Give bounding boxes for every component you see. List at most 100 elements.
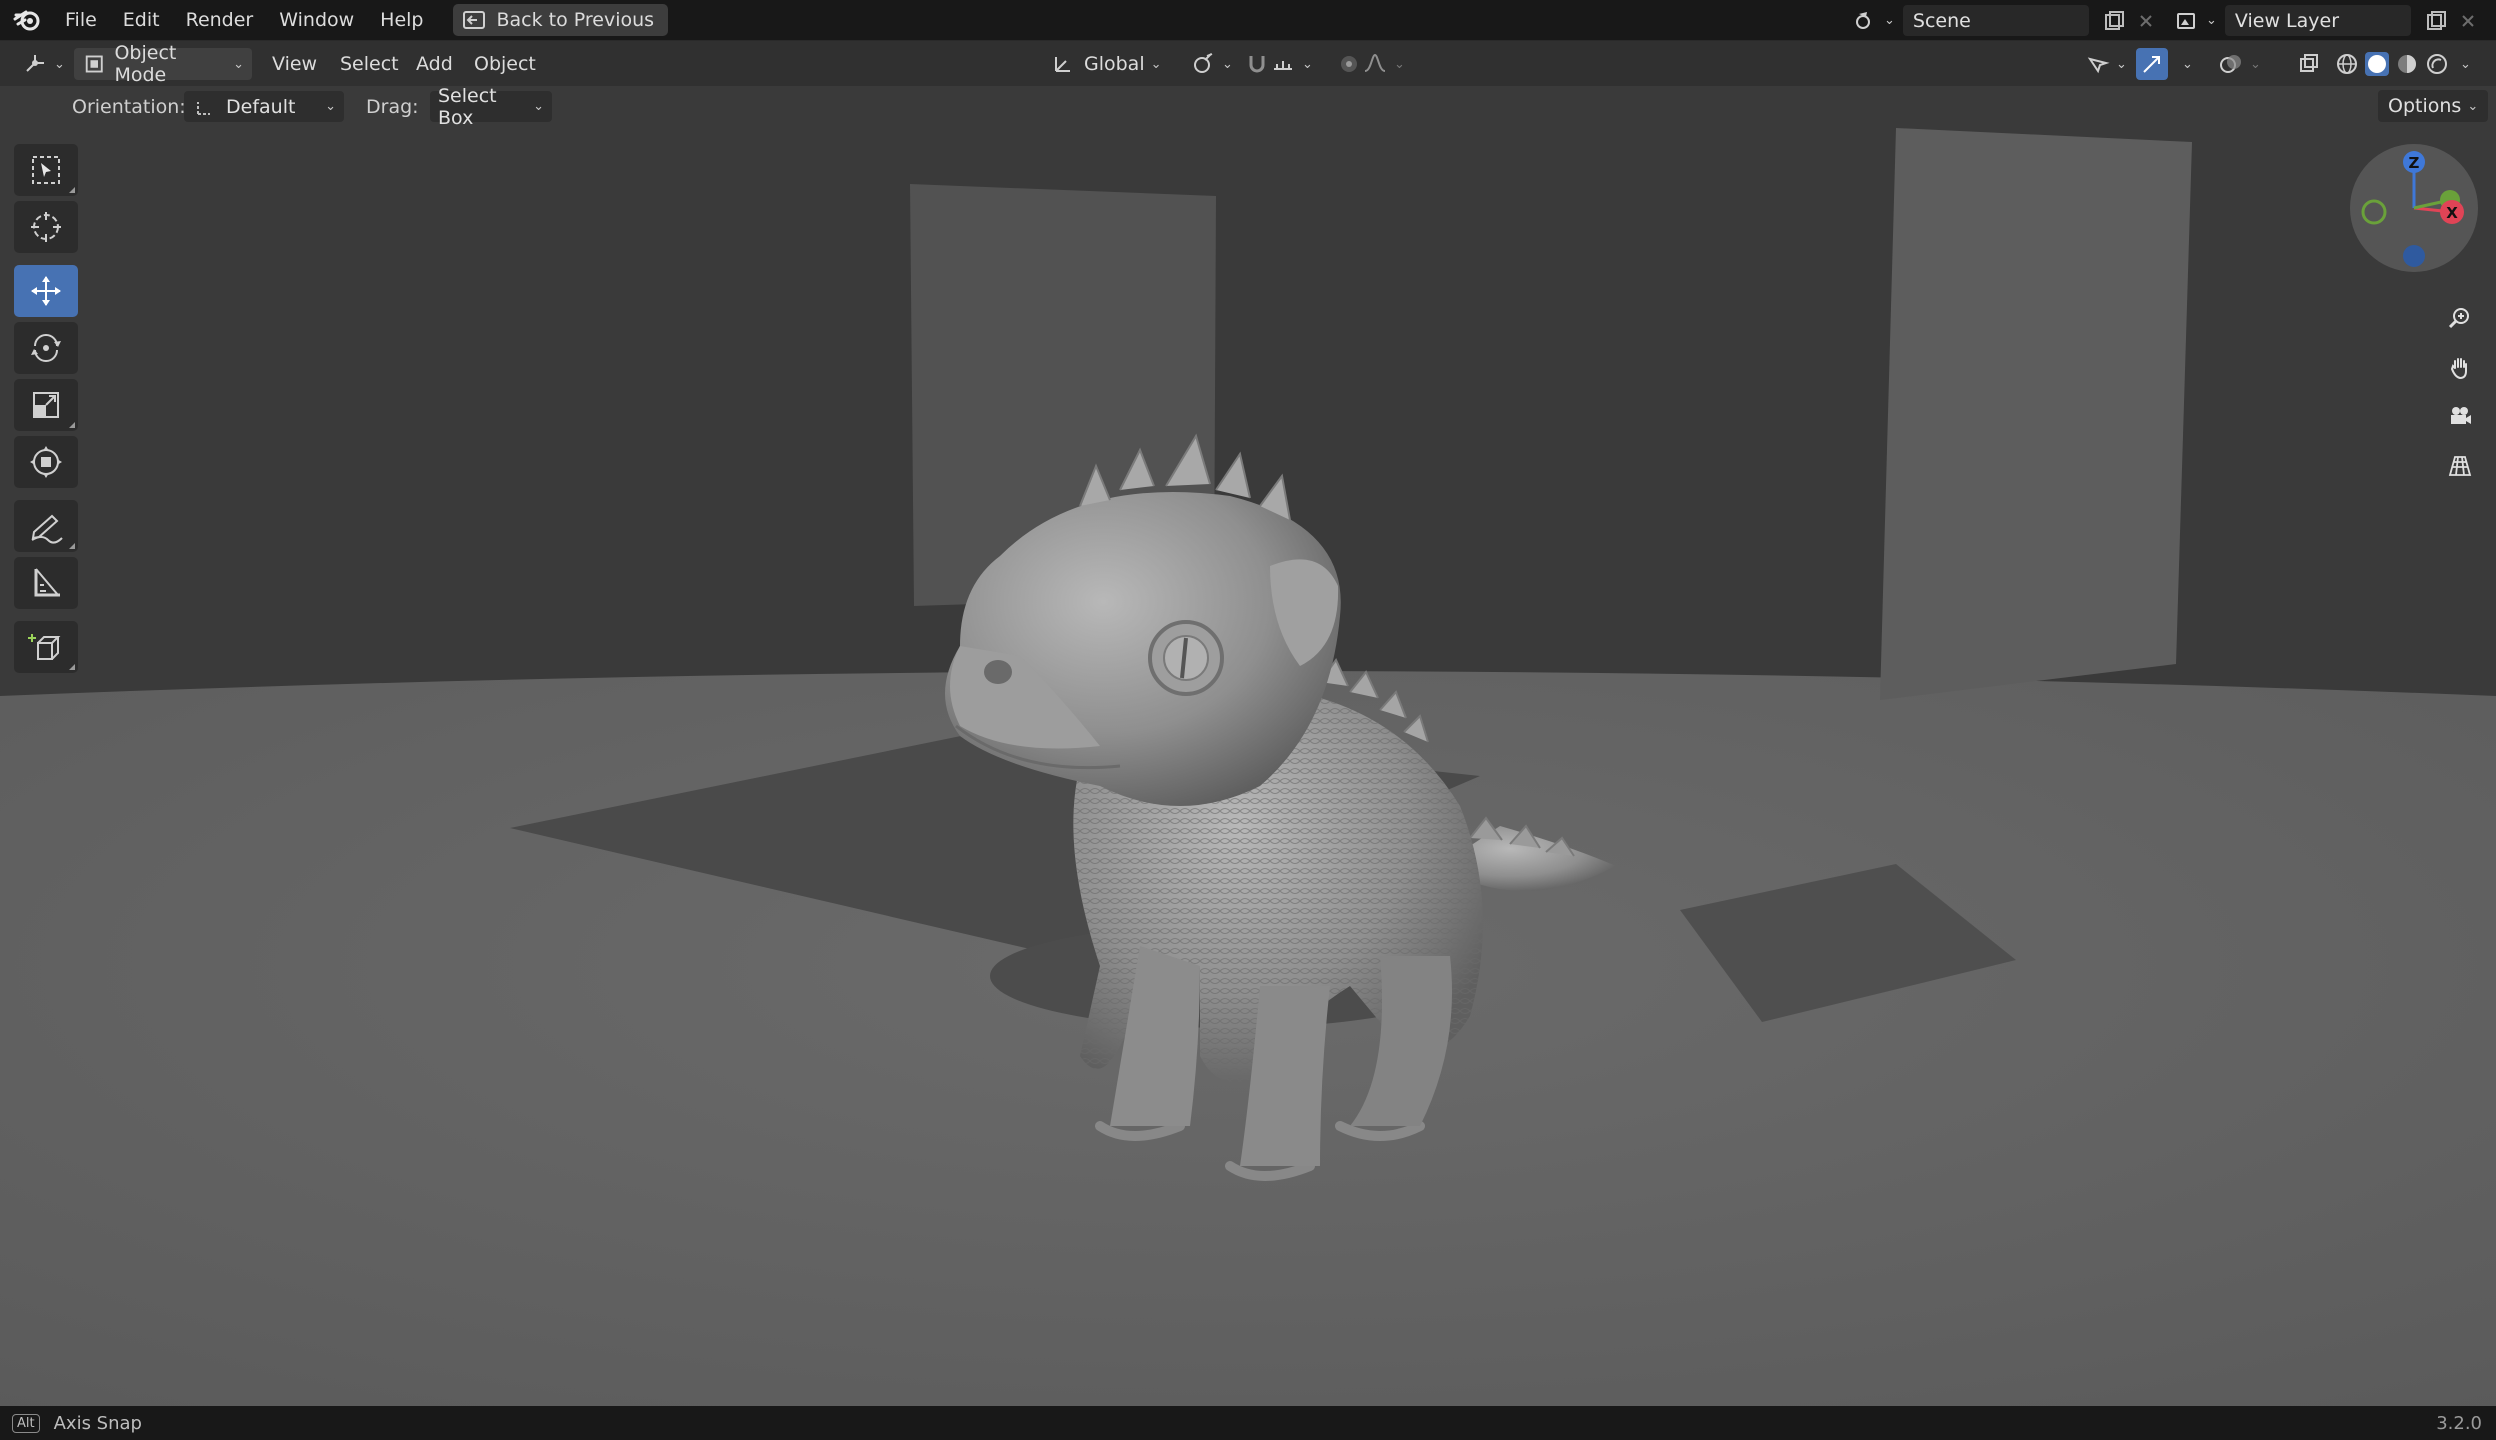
cursor-icon bbox=[31, 212, 61, 242]
overlays-toggle[interactable]: ⌄ bbox=[2210, 48, 2269, 80]
menu-help[interactable]: Help bbox=[367, 0, 436, 40]
chevron-down-icon: ⌄ bbox=[54, 56, 65, 72]
menu-render[interactable]: Render bbox=[173, 0, 267, 40]
orientation-label: Global bbox=[1084, 53, 1145, 75]
tool-cursor[interactable] bbox=[14, 201, 78, 253]
shading-mode-selector[interactable]: ⌄ bbox=[2326, 48, 2479, 80]
transform-orientation-selector[interactable]: Global ⌄ bbox=[1042, 48, 1170, 80]
navigation-gizmo[interactable]: X Z bbox=[2348, 142, 2480, 274]
transform-icon bbox=[30, 446, 62, 478]
tool-more-indicator bbox=[69, 422, 75, 428]
version-label: 3.2.0 bbox=[2436, 1412, 2482, 1434]
menu-window[interactable]: Window bbox=[266, 0, 367, 40]
close-icon[interactable] bbox=[2455, 8, 2481, 34]
camera-view-button[interactable] bbox=[2438, 394, 2482, 438]
tool-select-box[interactable] bbox=[14, 144, 78, 196]
chevron-down-icon: ⌄ bbox=[2250, 56, 2261, 72]
zoom-button[interactable] bbox=[2438, 296, 2482, 340]
view-layer-icon bbox=[2177, 12, 2195, 29]
select-arrow-icon bbox=[2087, 57, 2110, 74]
tool-rotate[interactable] bbox=[14, 322, 78, 374]
falloff-curve-icon bbox=[1364, 53, 1386, 72]
scale-icon bbox=[33, 392, 59, 418]
status-hint-text: Axis Snap bbox=[53, 1412, 142, 1434]
chevron-down-icon: ⌄ bbox=[2206, 13, 2217, 28]
viewport-header: ⌄ Object Mode ⌄ View Select Add Object G… bbox=[0, 40, 2496, 86]
menu-edit[interactable]: Edit bbox=[110, 0, 173, 40]
zoom-icon bbox=[2448, 308, 2469, 329]
menu-object[interactable]: Object bbox=[466, 48, 544, 80]
proportional-editing-toggle[interactable]: ⌄ bbox=[1328, 48, 1413, 80]
pivot-point-selector[interactable]: ⌄ bbox=[1182, 48, 1241, 80]
drag-value: Select Box bbox=[438, 86, 497, 129]
gizmo-x-label: X bbox=[2446, 204, 2458, 222]
measure-ruler-icon bbox=[34, 568, 60, 597]
editor-type-selector[interactable]: ⌄ bbox=[14, 48, 73, 80]
menu-add[interactable]: Add bbox=[408, 48, 461, 80]
material-preview-icon[interactable] bbox=[2394, 51, 2420, 77]
gizmo-z-negative[interactable] bbox=[2403, 245, 2425, 267]
new-view-layer-icon[interactable] bbox=[2423, 8, 2449, 34]
gizmo-toggle[interactable] bbox=[2136, 48, 2168, 80]
orientation-icon bbox=[1055, 57, 1070, 72]
magnet-icon bbox=[1249, 56, 1265, 73]
viewport-scene bbox=[0, 86, 2496, 1406]
snap-increment-icon bbox=[1274, 61, 1292, 70]
selectability-visibility[interactable]: ⌄ bbox=[2076, 48, 2135, 80]
drag-label: Drag: bbox=[366, 96, 419, 118]
tool-settings-bar: Orientation: Default ⌄ Drag: Select Box … bbox=[0, 86, 2496, 129]
chevron-down-icon: ⌄ bbox=[533, 99, 544, 114]
back-panel-right bbox=[1880, 128, 2192, 700]
chevron-down-icon: ⌄ bbox=[1150, 56, 1162, 72]
solid-shading-icon[interactable] bbox=[2364, 51, 2390, 77]
scene-name-field[interactable]: Scene bbox=[1902, 5, 2089, 36]
toolbar bbox=[14, 144, 82, 678]
tool-transform[interactable] bbox=[14, 436, 78, 488]
gizmo-z-label: Z bbox=[2409, 154, 2420, 172]
new-scene-icon[interactable] bbox=[2101, 8, 2127, 34]
gizmo-icon bbox=[2143, 56, 2160, 73]
blender-logo-icon[interactable] bbox=[12, 5, 42, 35]
tool-measure[interactable] bbox=[14, 557, 78, 609]
drag-dropdown[interactable]: Select Box ⌄ bbox=[430, 86, 552, 129]
snap-toggle[interactable]: ⌄ bbox=[1236, 48, 1321, 80]
xray-icon bbox=[2300, 54, 2318, 72]
mode-selector[interactable]: Object Mode ⌄ bbox=[74, 42, 252, 86]
tool-move[interactable] bbox=[14, 265, 78, 317]
scene-selector[interactable]: ⌄ Scene bbox=[1852, 5, 2159, 36]
back-button-label: Back to Previous bbox=[496, 9, 655, 31]
orientation-label: Orientation: bbox=[72, 96, 186, 118]
view-layer-selector[interactable]: ⌄ View Layer bbox=[2174, 5, 2481, 36]
menu-select[interactable]: Select bbox=[332, 48, 407, 80]
object-mode-icon bbox=[85, 55, 103, 73]
view-layer-name-field[interactable]: View Layer bbox=[2224, 5, 2411, 36]
menu-file[interactable]: File bbox=[52, 0, 110, 40]
options-dropdown[interactable]: Options ⌄ bbox=[2378, 90, 2489, 122]
tool-annotate[interactable] bbox=[14, 500, 78, 552]
xray-toggle[interactable] bbox=[2288, 48, 2330, 80]
wireframe-shading-icon[interactable] bbox=[2334, 51, 2360, 77]
rendered-shading-icon[interactable] bbox=[2424, 51, 2450, 77]
chevron-down-icon: ⌄ bbox=[2460, 56, 2471, 72]
select-box-icon bbox=[32, 156, 60, 184]
orientation-value: Default bbox=[226, 95, 296, 118]
tool-add-cube[interactable] bbox=[14, 621, 78, 673]
status-bar: Alt Axis Snap 3.2.0 bbox=[0, 1406, 2496, 1440]
chevron-down-icon: ⌄ bbox=[1222, 56, 1233, 72]
tool-scale[interactable] bbox=[14, 379, 78, 431]
scene-icon bbox=[1856, 11, 1870, 29]
perspective-toggle-button[interactable] bbox=[2438, 444, 2482, 488]
menu-view[interactable]: View bbox=[264, 48, 325, 80]
orientation-dropdown[interactable]: Default ⌄ bbox=[184, 91, 344, 122]
top-menu-bar: File Edit Render Window Help Back to Pre… bbox=[0, 0, 2496, 40]
chevron-down-icon: ⌄ bbox=[1884, 13, 1895, 28]
options-label: Options bbox=[2388, 95, 2462, 117]
close-icon[interactable] bbox=[2133, 8, 2159, 34]
orientation-icon bbox=[197, 101, 210, 115]
alt-key-hint: Alt bbox=[12, 1413, 40, 1433]
rotate-icon bbox=[31, 334, 61, 362]
gizmo-options[interactable]: ⌄ bbox=[2168, 48, 2201, 80]
back-to-previous-button[interactable]: Back to Previous bbox=[452, 4, 669, 36]
pan-button[interactable] bbox=[2438, 346, 2482, 390]
3d-viewport[interactable]: Orientation: Default ⌄ Drag: Select Box … bbox=[0, 86, 2496, 1406]
